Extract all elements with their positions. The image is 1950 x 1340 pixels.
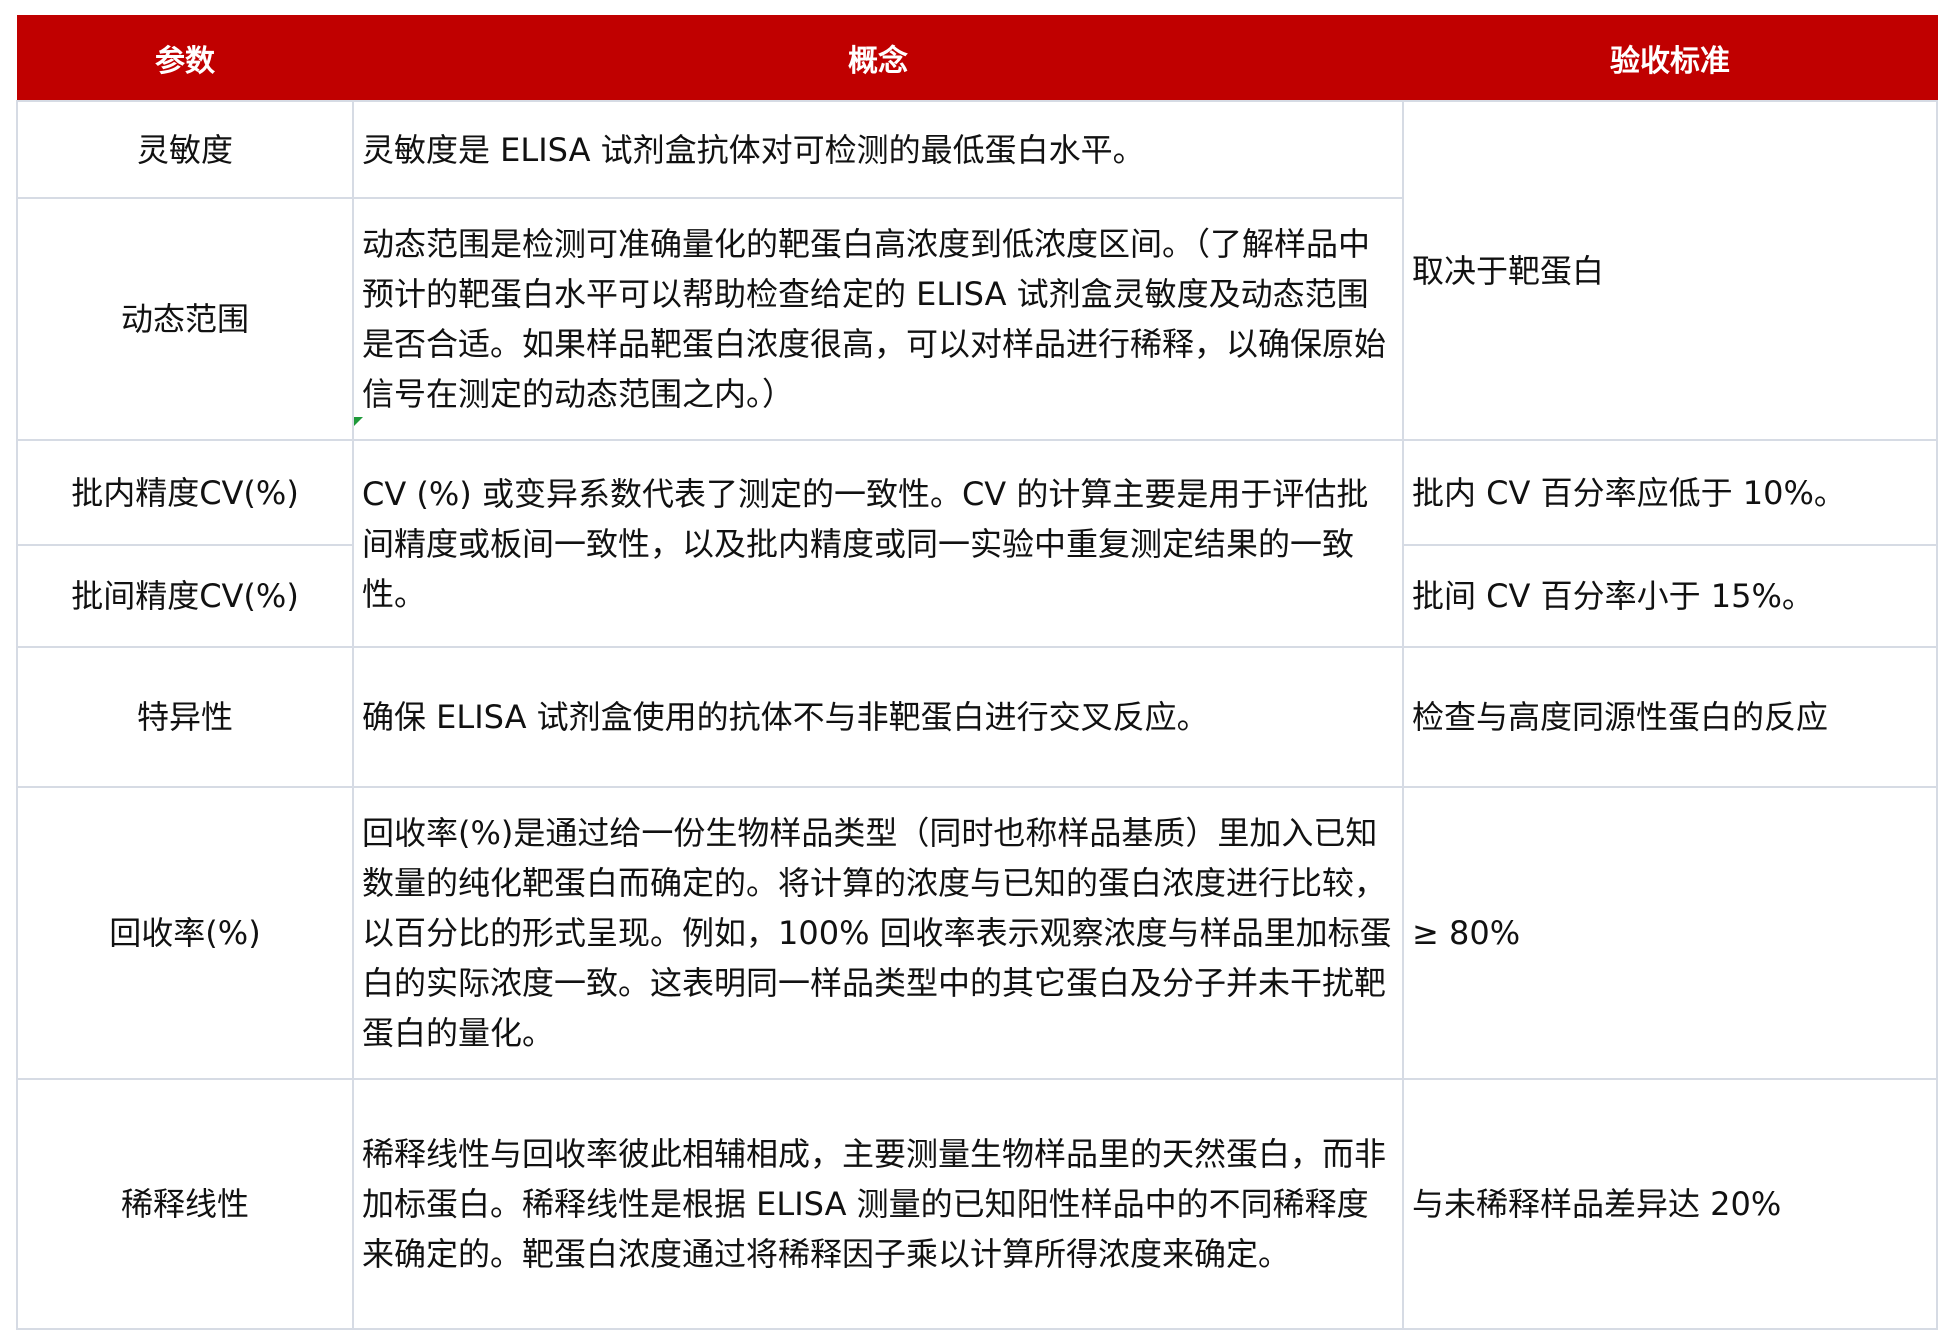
concept-cell-dynamic-range: 动态范围是检测可准确量化的靶蛋白高浓度到低浓度区间。（了解样品中预计的靶蛋白水平… [352,197,1404,441]
table-row-sensitivity: 灵敏度 灵敏度是 ELISA 试剂盒抗体对可检测的最低蛋白水平。 取决于靶蛋白 [16,100,1938,441]
acceptance-criteria-table: 参数 概念 验收标准 灵敏度 灵敏度是 ELISA 试剂盒抗体对可检测的最低蛋白… [16,15,1938,1330]
table-row-intra-cv: 批内精度CV(%) CV (%) 或变异系数代表了测定的一致性。CV 的计算主要… [16,416,1938,648]
header-concept: 概念 [352,15,1404,102]
table-row-recovery: 回收率(%) 回收率(%)是通过给一份生物样品类型（同时也称样品基质）里加入已知… [16,786,1938,1080]
table-header-row: 参数 概念 验收标准 [16,15,1938,102]
table-row-specificity: 特异性 确保 ELISA 试剂盒使用的抗体不与非靶蛋白进行交叉反应。 检查与高度… [16,646,1938,788]
concept-cell-recovery: 回收率(%)是通过给一份生物样品类型（同时也称样品基质）里加入已知数量的纯化靶蛋… [352,786,1404,1080]
concept-cell-specificity: 确保 ELISA 试剂盒使用的抗体不与非靶蛋白进行交叉反应。 [352,646,1404,788]
param-cell-inter-cv: 批间精度CV(%) [16,544,354,648]
acceptance-criteria-table-wrapper: 参数 概念 验收标准 灵敏度 灵敏度是 ELISA 试剂盒抗体对可检测的最低蛋白… [16,15,1938,1330]
param-cell-specificity: 特异性 [16,646,354,788]
concept-cell-sensitivity: 灵敏度是 ELISA 试剂盒抗体对可检测的最低蛋白水平。 [352,100,1404,199]
criteria-cell-target-protein: 取决于靶蛋白 [1402,100,1938,441]
criteria-cell-dilution-linearity: 与未稀释样品差异达 20% [1402,1078,1938,1330]
param-cell-dynamic-range: 动态范围 [16,197,354,441]
concept-cell-cv-text: CV (%) 或变异系数代表了测定的一致性。CV 的计算主要是用于评估批间精度或… [362,474,1369,613]
concept-cell-cv: CV (%) 或变异系数代表了测定的一致性。CV 的计算主要是用于评估批间精度或… [352,416,1404,648]
criteria-cell-inter-cv: 批间 CV 百分率小于 15%。 [1402,544,1938,648]
table-row-dilution-linearity: 稀释线性 稀释线性与回收率彼此相辅相成，主要测量生物样品里的天然蛋白，而非加标蛋… [16,1078,1938,1330]
param-cell-intra-cv: 批内精度CV(%) [16,439,354,546]
param-cell-recovery: 回收率(%) [16,786,354,1080]
param-cell-dilution-linearity: 稀释线性 [16,1078,354,1330]
criteria-cell-specificity: 检查与高度同源性蛋白的反应 [1402,646,1938,788]
header-criteria: 验收标准 [1402,15,1938,102]
criteria-cell-recovery: ≥ 80% [1402,786,1938,1080]
criteria-cell-intra-cv: 批内 CV 百分率应低于 10%。 [1402,439,1938,546]
header-param: 参数 [16,15,354,102]
concept-cell-dilution-linearity: 稀释线性与回收率彼此相辅相成，主要测量生物样品里的天然蛋白，而非加标蛋白。稀释线… [352,1078,1404,1330]
param-cell-sensitivity: 灵敏度 [16,100,354,199]
